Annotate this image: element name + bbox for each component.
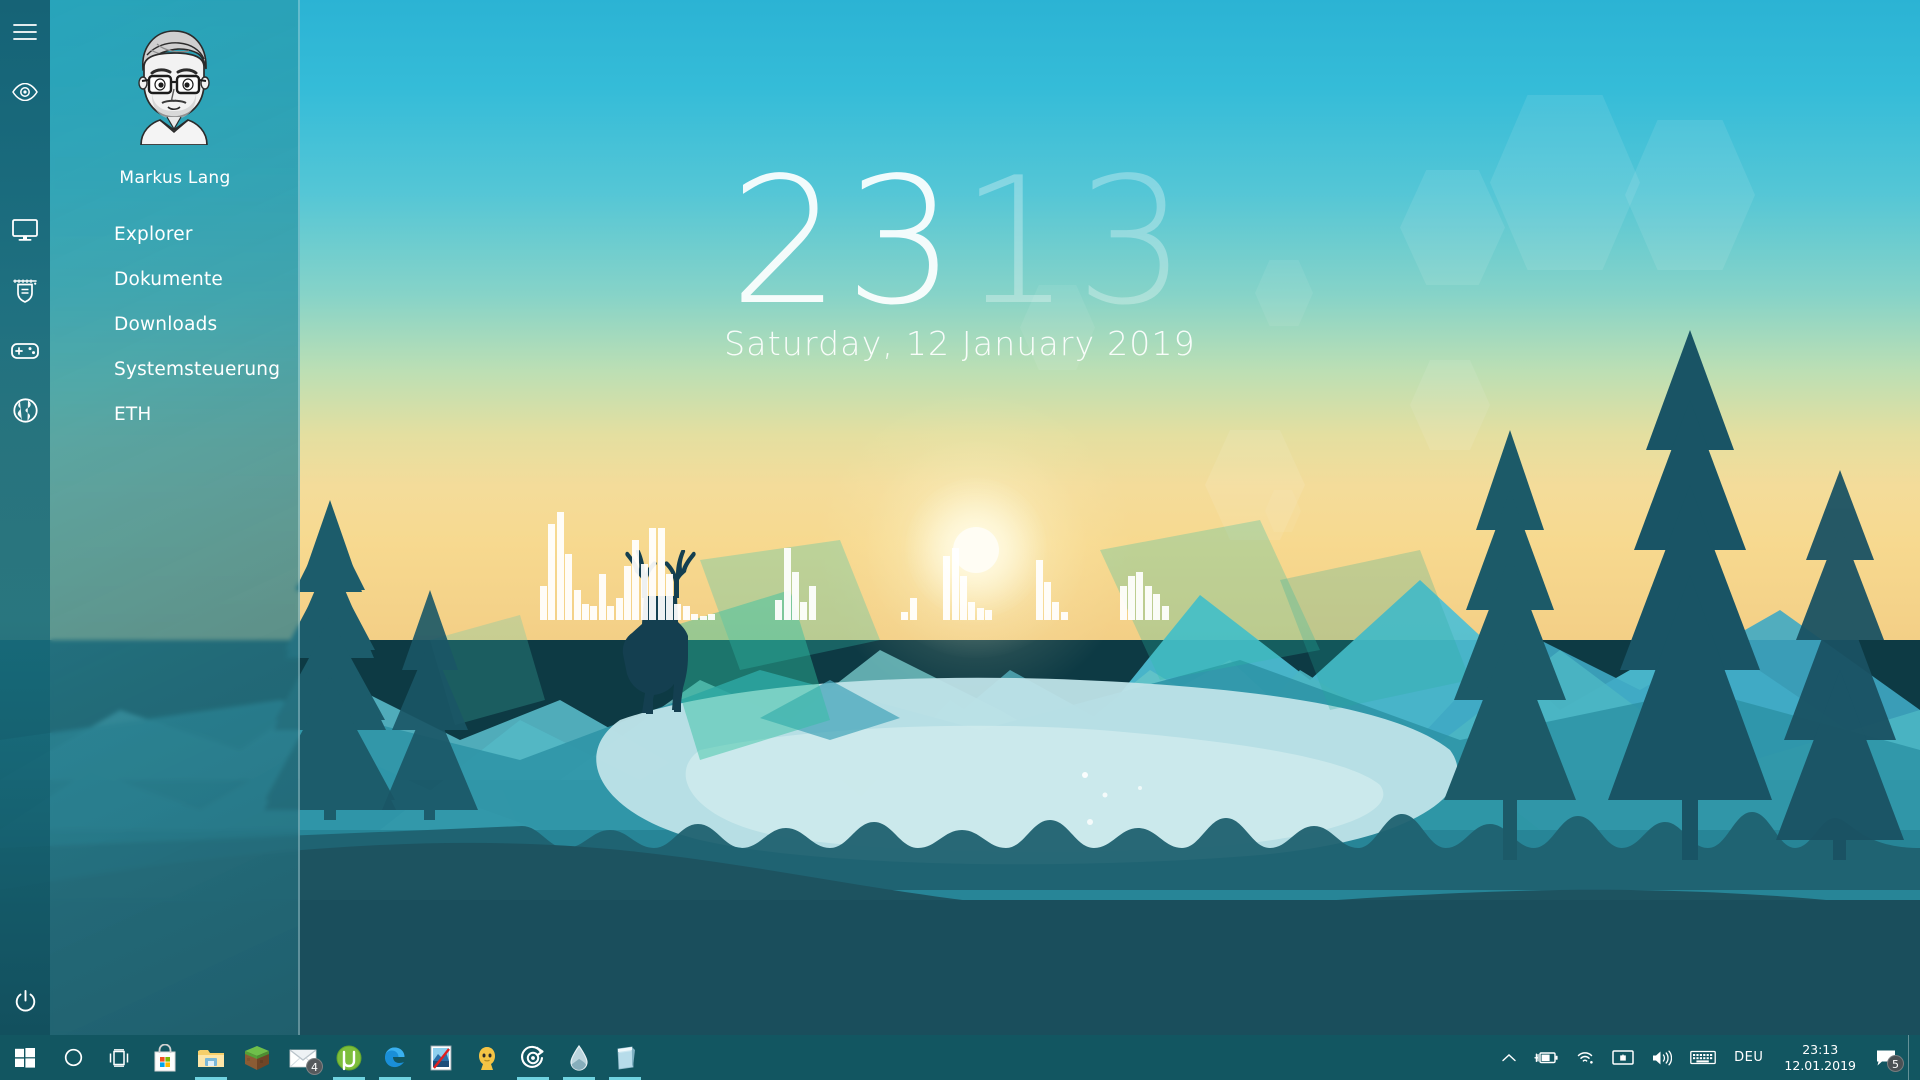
visualizer-bar	[573, 590, 581, 620]
visualizer-bar	[968, 602, 976, 620]
visualizer-bar	[775, 600, 783, 620]
notepad-icon[interactable]	[602, 1035, 648, 1080]
irfanview-icon[interactable]	[418, 1035, 464, 1080]
visualizer-bar	[951, 548, 959, 620]
menu-list: Explorer Dokumente Downloads Systemsteue…	[50, 212, 300, 437]
menu-item-dokumente[interactable]: Dokumente	[50, 257, 300, 302]
globe-icon[interactable]	[0, 386, 50, 434]
show-desktop-button[interactable]	[1908, 1035, 1916, 1080]
file-explorer-icon[interactable]	[188, 1035, 234, 1080]
chevron-up-icon[interactable]	[1493, 1035, 1525, 1080]
gamepad-icon[interactable]	[0, 326, 50, 374]
minecraft-icon[interactable]	[234, 1035, 280, 1080]
visualizer-bar	[565, 554, 573, 620]
visualizer-bar	[540, 586, 547, 620]
menu-item-explorer[interactable]: Explorer	[50, 212, 300, 257]
mail-icon[interactable]: 4	[280, 1035, 326, 1080]
battery-charging-icon[interactable]	[1525, 1035, 1567, 1080]
slideout-menu-panel: Markus Lang Explorer Dokumente Downloads…	[50, 0, 300, 1035]
visualizer-bar	[1035, 560, 1043, 620]
hamburger-icon[interactable]	[0, 8, 50, 56]
visualizer-bar	[909, 598, 917, 620]
action-center-badge: 5	[1887, 1055, 1904, 1072]
bitmoji-icon[interactable]	[464, 1035, 510, 1080]
tray-time: 23:13	[1802, 1041, 1839, 1057]
visualizer-bar	[556, 512, 564, 620]
taskbar: 4 DEU 23:13 12.01.2019 5	[0, 1035, 1920, 1080]
visualizer-bar	[1161, 606, 1169, 620]
visualizer-bar	[615, 598, 623, 620]
task-view-icon[interactable]	[96, 1035, 142, 1080]
edge-icon[interactable]	[372, 1035, 418, 1080]
visualizer-bar	[666, 574, 673, 620]
visualizer-bar	[598, 574, 606, 620]
visualizer-bar	[1153, 594, 1161, 620]
volume-icon[interactable]	[1643, 1035, 1681, 1080]
action-center-icon[interactable]: 5	[1868, 1035, 1908, 1080]
visualizer-bar	[976, 608, 984, 620]
user-name: Markus Lang	[119, 168, 231, 188]
visualizer-bar	[699, 616, 707, 620]
visualizer-bar	[1136, 572, 1144, 620]
menu-item-downloads[interactable]: Downloads	[50, 302, 300, 347]
microsoft-store-icon[interactable]	[142, 1035, 188, 1080]
taskbar-pinned-area: 4	[0, 1035, 648, 1080]
visualizer-bar	[901, 612, 909, 620]
visualizer-bar	[985, 610, 993, 620]
cortana-search-icon[interactable]	[50, 1035, 96, 1080]
visualizer-bar	[960, 576, 967, 620]
windows-start-icon[interactable]	[0, 1035, 50, 1080]
visualizer-bar	[657, 528, 665, 620]
visualizer-bar	[1144, 586, 1152, 620]
visualizer-bar	[1052, 602, 1060, 620]
avatar	[127, 25, 221, 145]
visualizer-bar	[632, 540, 640, 620]
visualizer-bar	[800, 602, 808, 620]
taskbar-clock[interactable]: 23:13 12.01.2019	[1772, 1035, 1868, 1080]
rainmeter-icon[interactable]	[510, 1035, 556, 1080]
visualizer-bar	[1060, 612, 1068, 620]
mail-badge: 4	[306, 1058, 323, 1075]
visualizer-bar	[590, 606, 598, 620]
visualizer-bar	[808, 586, 816, 620]
visualizer-bar	[640, 564, 648, 620]
desktop-screen: 2313 Saturday, 12 January 2019 Markus La…	[0, 0, 1920, 1080]
visualizer-bar	[674, 604, 682, 620]
visualizer-bar	[792, 572, 799, 620]
left-icon-rail	[0, 0, 50, 1035]
visualizer-bar	[1119, 586, 1127, 620]
display-brightness-icon[interactable]	[1603, 1035, 1643, 1080]
tray-date: 12.01.2019	[1784, 1057, 1856, 1073]
visualizer-bar	[682, 606, 690, 620]
visualizer-bar	[783, 548, 791, 620]
visualizer-bar	[1128, 576, 1135, 620]
visualizer-bar	[582, 604, 589, 620]
certificate-icon[interactable]	[0, 266, 50, 314]
wallpaper-pines-right	[1444, 330, 1904, 860]
wifi-icon[interactable]	[1567, 1035, 1603, 1080]
visualizer-bar	[708, 614, 715, 620]
visualizer-bar	[649, 528, 657, 620]
language-indicator[interactable]: DEU	[1725, 1035, 1772, 1080]
visualizer-bar	[691, 614, 699, 620]
visualizer-bar	[548, 524, 556, 620]
waterdrop-icon[interactable]	[556, 1035, 602, 1080]
visualizer-bar	[943, 556, 951, 620]
visualizer-bar	[607, 606, 615, 620]
visualizer-bar	[1044, 582, 1051, 620]
eye-icon[interactable]	[0, 68, 50, 116]
system-tray: DEU 23:13 12.01.2019 5	[1493, 1035, 1920, 1080]
audio-visualizer-widget	[540, 470, 1200, 620]
utorrent-icon[interactable]	[326, 1035, 372, 1080]
menu-item-eth[interactable]: ETH	[50, 392, 300, 437]
menu-item-systemsteuerung[interactable]: Systemsteuerung	[50, 347, 300, 392]
keyboard-icon[interactable]	[1681, 1035, 1725, 1080]
visualizer-bar	[624, 566, 631, 620]
monitor-icon[interactable]	[0, 206, 50, 254]
power-icon[interactable]	[0, 977, 50, 1025]
